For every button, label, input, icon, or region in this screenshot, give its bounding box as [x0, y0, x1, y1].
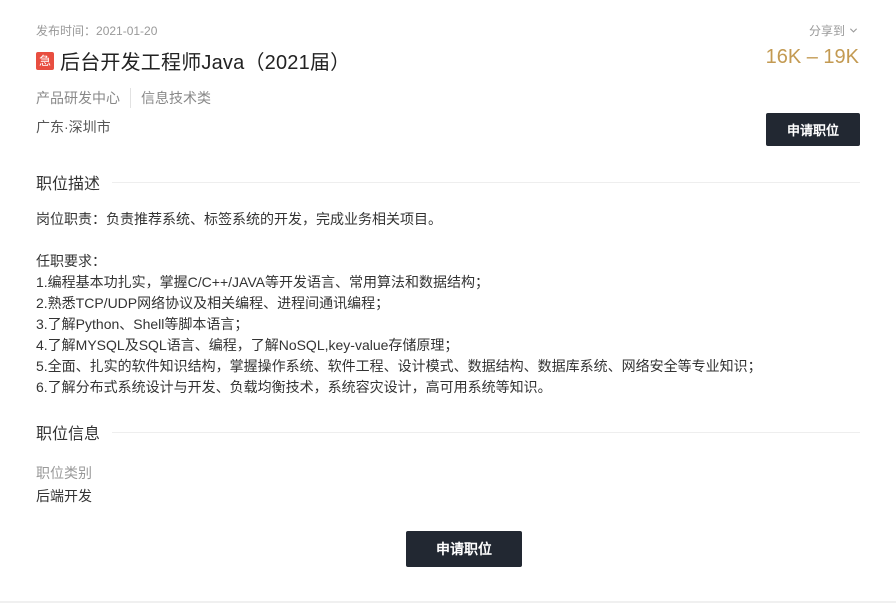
tag-divider [130, 88, 131, 108]
apply-button-top[interactable]: 申请职位 [766, 113, 860, 146]
requirement-item: 6.了解分布式系统设计与开发、负载均衡技术，系统容灾设计，高可用系统等知识。 [36, 379, 552, 395]
section-divider [112, 181, 860, 183]
share-dropdown[interactable]: 分享到 [809, 22, 858, 39]
requirement-item: 1.编程基本功扎实，掌握C/C++/JAVA等开发语言、常用算法和数据结构； [36, 274, 489, 290]
department-tag: 产品研发中心 [36, 90, 120, 106]
publish-time-label: 发布时间： [36, 24, 97, 38]
job-type-value: 后端开发 [36, 488, 92, 504]
job-tags: 产品研发中心 信息技术类 [36, 88, 211, 108]
urgent-badge: 急 [36, 51, 54, 70]
info-section-header: 职位信息 [36, 420, 860, 444]
description-section-header: 职位描述 [36, 170, 860, 194]
job-title: 后台开发工程师Java（2021届） [60, 52, 351, 74]
info-section-title: 职位信息 [36, 426, 101, 443]
publish-time-value: 2021-01-20 [96, 24, 158, 38]
job-description: 岗位职责：负责推荐系统、标签系统的开发，完成业务相关项目。 任职要求： 1.编程… [36, 209, 866, 398]
apply-button-bottom[interactable]: 申请职位 [406, 531, 522, 567]
job-type-label: 职位类别 [36, 465, 92, 481]
duty-text: 岗位职责：负责推荐系统、标签系统的开发，完成业务相关项目。 [36, 211, 442, 227]
requirement-item: 5.全面、扎实的软件知识结构，掌握操作系统、软件工程、设计模式、数据结构、数据库… [36, 358, 762, 374]
job-title-row: 急 后台开发工程师Java（2021届） [36, 46, 350, 75]
publish-time: 发布时间：2021-01-20 [36, 22, 157, 39]
job-detail-card: 发布时间：2021-01-20 分享到 急 后台开发工程师Java（2021届）… [0, 0, 896, 603]
description-section-title: 职位描述 [36, 176, 101, 193]
salary-range: 16K – 19K [765, 46, 859, 68]
requirement-item: 4.了解MYSQL及SQL语言、编程，了解NoSQL,key-value存储原理… [36, 337, 459, 353]
requirement-item: 3.了解Python、Shell等脚本语言； [36, 316, 249, 332]
chevron-down-icon [849, 28, 858, 33]
requirement-item: 2.熟悉TCP/UDP网络协议及相关编程、进程间通讯编程； [36, 295, 390, 311]
share-label: 分享到 [808, 24, 845, 38]
job-detail-page: 发布时间：2021-01-20 分享到 急 后台开发工程师Java（2021届）… [0, 0, 896, 605]
requirements-title: 任职要求： [36, 253, 106, 269]
category-tag: 信息技术类 [141, 90, 211, 106]
job-location: 广东·深圳市 [36, 119, 111, 135]
section-divider [112, 431, 860, 433]
